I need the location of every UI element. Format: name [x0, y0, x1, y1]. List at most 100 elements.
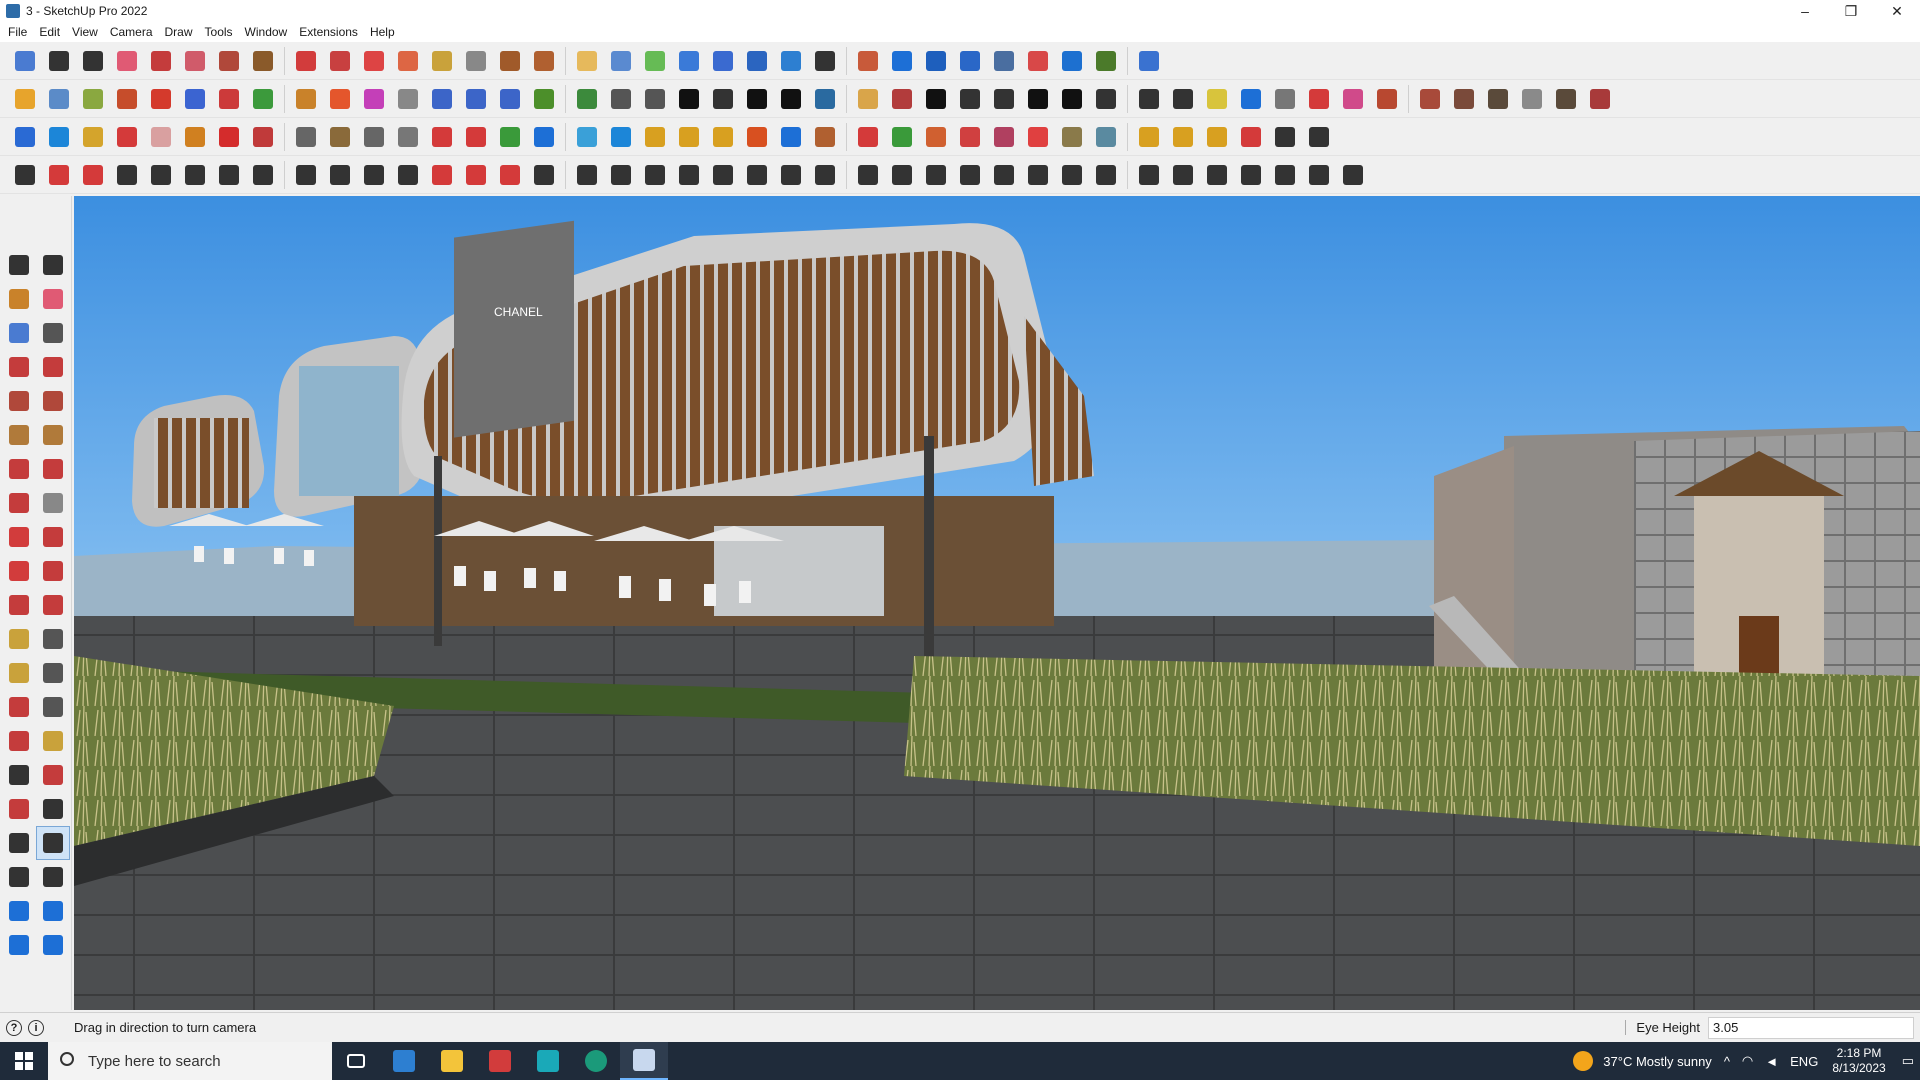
component-tool-button[interactable]: [2, 316, 36, 350]
menu-window[interactable]: Window: [239, 22, 294, 42]
row2-tool-button-4[interactable]: [146, 84, 176, 114]
row1-tool-button-27[interactable]: [955, 46, 985, 76]
row4-tool-button-26[interactable]: [921, 160, 951, 190]
row1-tool-button-30[interactable]: [1057, 46, 1087, 76]
tape-tool-button[interactable]: [36, 316, 70, 350]
row1-tool-button-10[interactable]: [359, 46, 389, 76]
task-view-button[interactable]: [332, 1042, 380, 1080]
row1-tool-button-8[interactable]: [291, 46, 321, 76]
paint-bucket-tool-button[interactable]: [2, 282, 36, 316]
orbit-tool-button[interactable]: [36, 248, 70, 282]
row2-tool-button-23[interactable]: [810, 84, 840, 114]
row3-tool-button-21[interactable]: [742, 122, 772, 152]
row2-tool-button-2[interactable]: [78, 84, 108, 114]
row2-tool-button-11[interactable]: [393, 84, 423, 114]
row1-tool-button-32[interactable]: [1134, 46, 1164, 76]
row2-tool-button-1[interactable]: [44, 84, 74, 114]
row3-tool-button-1[interactable]: [44, 122, 74, 152]
menu-view[interactable]: View: [66, 22, 104, 42]
row4-tool-button-37[interactable]: [1304, 160, 1334, 190]
row4-tool-button-8[interactable]: [291, 160, 321, 190]
offset-tool-button[interactable]: [36, 588, 70, 622]
row4-tool-button-16[interactable]: [572, 160, 602, 190]
language-indicator[interactable]: ENG: [1790, 1054, 1818, 1069]
row1-tool-button-24[interactable]: [853, 46, 883, 76]
row3-tool-button-13[interactable]: [461, 122, 491, 152]
row2-tool-button-40[interactable]: [1415, 84, 1445, 114]
row2-tool-button-29[interactable]: [1023, 84, 1053, 114]
file-explorer-app[interactable]: [428, 1042, 476, 1080]
move-tool-button[interactable]: [2, 520, 36, 554]
row3-tool-button-7[interactable]: [248, 122, 278, 152]
row4-tool-button-1[interactable]: [44, 160, 74, 190]
row2-tool-button-15[interactable]: [529, 84, 559, 114]
row4-tool-button-5[interactable]: [180, 160, 210, 190]
row2-tool-button-19[interactable]: [674, 84, 704, 114]
row4-tool-button-19[interactable]: [674, 160, 704, 190]
measurements-input[interactable]: 3.05: [1708, 1016, 1914, 1039]
tape-measure-tool-button[interactable]: [2, 622, 36, 656]
row2-tool-button-22[interactable]: [776, 84, 806, 114]
row4-tool-button-24[interactable]: [853, 160, 883, 190]
row2-tool-button-12[interactable]: [427, 84, 457, 114]
row4-tool-button-13[interactable]: [461, 160, 491, 190]
row3-tool-button-31[interactable]: [1091, 122, 1121, 152]
row1-tool-button-2[interactable]: [78, 46, 108, 76]
protractor-tool-button[interactable]: [2, 656, 36, 690]
row2-tool-button-37[interactable]: [1304, 84, 1334, 114]
row3-tool-button-35[interactable]: [1236, 122, 1266, 152]
circle-tool-button[interactable]: [2, 418, 36, 452]
row1-tool-button-7[interactable]: [248, 46, 278, 76]
row4-tool-button-3[interactable]: [112, 160, 142, 190]
row1-tool-button-12[interactable]: [427, 46, 457, 76]
row3-tool-button-33[interactable]: [1168, 122, 1198, 152]
row2-tool-button-30[interactable]: [1057, 84, 1087, 114]
row3-tool-button-24[interactable]: [853, 122, 883, 152]
dimension-tool-button[interactable]: [36, 622, 70, 656]
row2-tool-button-8[interactable]: [291, 84, 321, 114]
row2-tool-button-35[interactable]: [1236, 84, 1266, 114]
row2-tool-button-9[interactable]: [325, 84, 355, 114]
row1-tool-button-9[interactable]: [325, 46, 355, 76]
row1-tool-button-6[interactable]: [214, 46, 244, 76]
row1-tool-button-3[interactable]: [112, 46, 142, 76]
scale-tool-button[interactable]: [2, 588, 36, 622]
row2-tool-button-38[interactable]: [1338, 84, 1368, 114]
row2-tool-button-31[interactable]: [1091, 84, 1121, 114]
row3-tool-button-32[interactable]: [1134, 122, 1164, 152]
row2-tool-button-25[interactable]: [887, 84, 917, 114]
menu-help[interactable]: Help: [364, 22, 401, 42]
row2-tool-button-18[interactable]: [640, 84, 670, 114]
row3-tool-button-0[interactable]: [10, 122, 40, 152]
row4-tool-button-38[interactable]: [1338, 160, 1368, 190]
row2-tool-button-39[interactable]: [1372, 84, 1402, 114]
section-plane-tool-button[interactable]: [36, 860, 70, 894]
row3-tool-button-10[interactable]: [359, 122, 389, 152]
row3-tool-button-28[interactable]: [989, 122, 1019, 152]
section-fill-tool-button[interactable]: [36, 894, 70, 928]
row2-tool-button-13[interactable]: [461, 84, 491, 114]
row1-tool-button-11[interactable]: [393, 46, 423, 76]
taskbar-search-box[interactable]: Type here to search: [48, 1042, 332, 1080]
layer-tool-button[interactable]: [2, 928, 36, 962]
start-button[interactable]: [0, 1042, 48, 1080]
follow-me-tool-button[interactable]: [36, 554, 70, 588]
row1-tool-button-16[interactable]: [572, 46, 602, 76]
row2-tool-button-45[interactable]: [1585, 84, 1615, 114]
row1-tool-button-25[interactable]: [887, 46, 917, 76]
row1-tool-button-0[interactable]: [10, 46, 40, 76]
zoom-extents-tool-button[interactable]: [2, 792, 36, 826]
look-around-tool-button[interactable]: [36, 826, 70, 860]
row3-tool-button-16[interactable]: [572, 122, 602, 152]
row3-tool-button-27[interactable]: [955, 122, 985, 152]
row1-tool-button-28[interactable]: [989, 46, 1019, 76]
row2-tool-button-32[interactable]: [1134, 84, 1164, 114]
row2-tool-button-26[interactable]: [921, 84, 951, 114]
row1-tool-button-29[interactable]: [1023, 46, 1053, 76]
row4-tool-button-7[interactable]: [248, 160, 278, 190]
row1-tool-button-4[interactable]: [146, 46, 176, 76]
menu-file[interactable]: File: [2, 22, 33, 42]
tray-chevron-icon[interactable]: ^: [1724, 1054, 1730, 1069]
row4-tool-button-25[interactable]: [887, 160, 917, 190]
row2-tool-button-7[interactable]: [248, 84, 278, 114]
